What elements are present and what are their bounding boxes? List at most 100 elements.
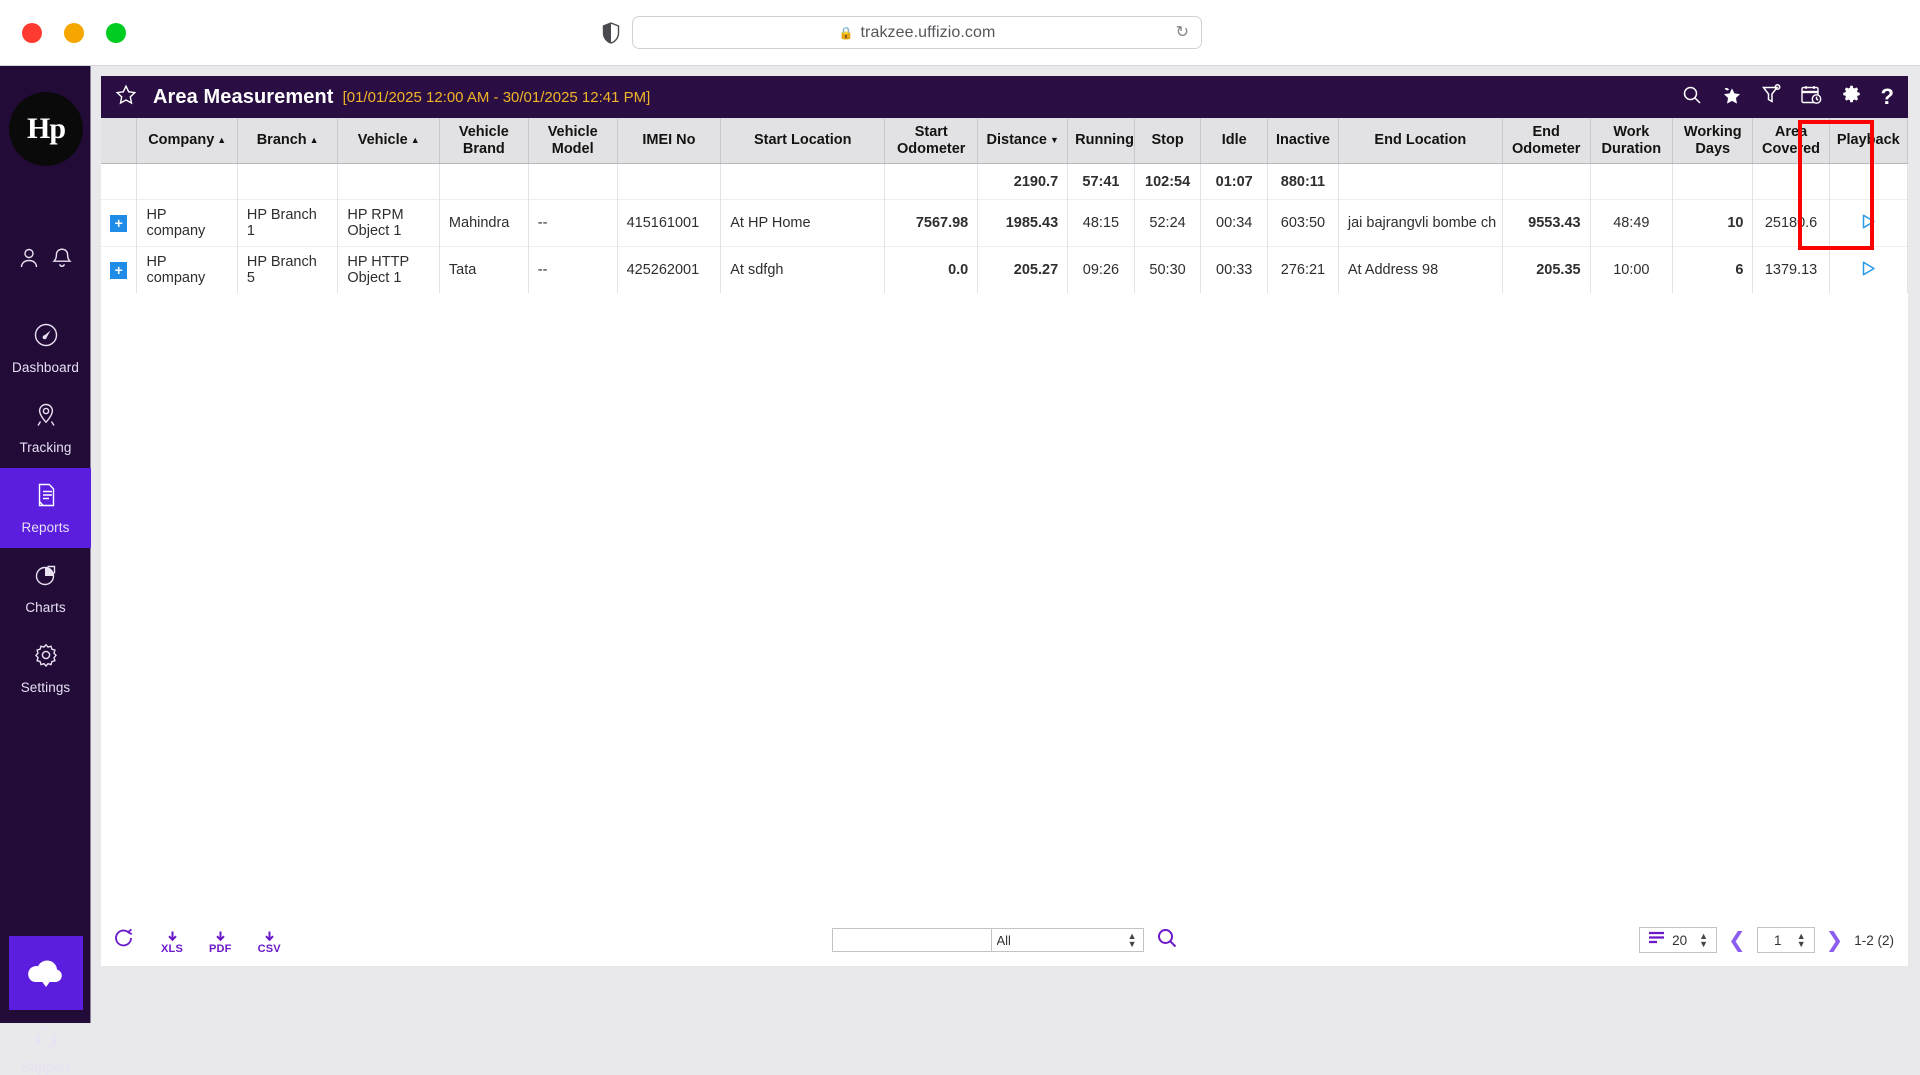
report-table: Company ▲ Branch ▲ Vehicle ▲ Vehicle Brand … (101, 118, 1909, 294)
cell-company: HP company (136, 246, 238, 294)
rows-per-page-icon (1648, 931, 1665, 949)
rows-per-page-selector[interactable]: 20 ▲ ▼ (1639, 927, 1718, 953)
play-icon[interactable] (1859, 259, 1878, 282)
sidebar-item-charts[interactable]: Charts (0, 548, 91, 628)
chevron-left-icon[interactable]: ❮ (1728, 930, 1746, 951)
help-icon[interactable]: ? (1881, 86, 1894, 108)
expand-plus-icon[interactable]: + (110, 261, 128, 279)
cell-start-odometer: 7567.98 (884, 199, 979, 247)
sidebar-item-tracking[interactable]: Tracking (0, 388, 91, 468)
sort-desc-icon: ▼ (1049, 135, 1059, 146)
table-row[interactable]: + HP company HP Branch 5 HP HTTP Object … (101, 246, 1909, 294)
star-icon[interactable] (115, 84, 137, 111)
column-header-idle[interactable]: Idle (1200, 118, 1269, 165)
column-header-company[interactable]: Company ▲ (136, 118, 238, 165)
column-header-stop[interactable]: Stop (1134, 118, 1202, 165)
headset-icon (33, 1024, 59, 1055)
user-icon[interactable] (17, 246, 41, 270)
cell-stop: 50:30 (1134, 246, 1202, 294)
cell-end-location: At Address 98 (1338, 246, 1503, 294)
cell-vehicle: HP RPM Object 1 (337, 199, 440, 247)
page-number-selector[interactable]: 1 ▲ ▼ (1756, 927, 1815, 953)
search-filter-select[interactable]: All (991, 928, 1144, 952)
column-header-start-odometer[interactable]: Start Odometer (884, 118, 979, 165)
summary-start-odometer (884, 163, 979, 200)
cell-stop: 52:24 (1134, 199, 1202, 247)
sidebar-item-label: Dashboard (12, 360, 79, 375)
close-window-button[interactable] (22, 23, 42, 43)
cell-playback[interactable] (1829, 246, 1909, 294)
cell-work-duration: 48:49 (1590, 199, 1674, 247)
browser-chrome: 🔒 trakzee.uffizio.com ↻ (0, 0, 1920, 66)
address-bar[interactable]: 🔒 trakzee.uffizio.com ↻ (632, 16, 1202, 49)
column-header-end-location[interactable]: End Location (1338, 118, 1503, 165)
column-header-inactive[interactable]: Inactive (1267, 118, 1339, 165)
stepper-arrows-icon[interactable]: ▲ ▼ (1797, 932, 1806, 949)
row-expand-cell[interactable]: + (101, 199, 138, 247)
summary-stop: 102:54 (1134, 163, 1202, 200)
cell-work-duration: 10:00 (1590, 246, 1674, 294)
column-header-work-duration[interactable]: Work Duration (1590, 118, 1674, 165)
column-header-vehicle-model[interactable]: Vehicle Model (528, 118, 618, 165)
favorite-star-icon[interactable] (1721, 85, 1742, 110)
maximize-window-button[interactable] (106, 23, 126, 43)
minimize-window-button[interactable] (64, 23, 84, 43)
column-header-vehicle[interactable]: Vehicle ▲ (337, 118, 440, 165)
brand-logo[interactable]: Hp (9, 92, 83, 166)
sidebar-item-label: Tracking (19, 440, 72, 455)
cell-vehicle-brand: Mahindra (439, 199, 529, 247)
cell-running: 09:26 (1067, 246, 1135, 294)
shield-icon[interactable] (602, 22, 620, 44)
cell-vehicle-brand: Tata (439, 246, 529, 294)
search-input[interactable] (831, 928, 992, 952)
column-header-distance[interactable]: Distance ▼ (977, 118, 1069, 165)
summary-working-days (1672, 163, 1754, 200)
gauge-icon (32, 321, 60, 354)
notification-bell-icon[interactable] (50, 246, 74, 270)
reload-icon[interactable]: ↻ (1176, 24, 1189, 41)
cell-distance: 1985.43 (977, 199, 1069, 247)
sidebar-item-reports[interactable]: Reports (0, 468, 91, 548)
cell-inactive: 603:50 (1267, 199, 1339, 247)
rows-per-page-value: 20 (1672, 932, 1688, 948)
column-header-vehicle-brand[interactable]: Vehicle Brand (439, 118, 529, 165)
cell-vehicle-model: -- (528, 199, 618, 247)
filter-icon[interactable] (1761, 84, 1781, 110)
row-expand-cell[interactable]: + (101, 246, 138, 294)
sidebar-item-settings[interactable]: Settings (0, 628, 91, 708)
summary-expand (101, 163, 138, 200)
column-header-start-location[interactable]: Start Location (720, 118, 886, 165)
cell-running: 48:15 (1067, 199, 1135, 247)
column-header-imei-no[interactable]: IMEI No (617, 118, 722, 165)
sidebar-item-dashboard[interactable]: Dashboard (0, 308, 91, 388)
sidebar-item-support[interactable]: Support (0, 1024, 91, 1075)
play-icon[interactable] (1859, 212, 1878, 235)
column-header-running[interactable]: Running (1067, 118, 1135, 165)
expand-plus-icon[interactable]: + (110, 214, 128, 232)
cell-inactive: 276:21 (1267, 246, 1339, 294)
cell-start-location: At sdfgh (720, 246, 886, 294)
brand-logo-text: Hp (26, 112, 66, 145)
export-csv-button[interactable]: CSV (258, 930, 281, 955)
column-header-end-odometer[interactable]: End Odometer (1502, 118, 1591, 165)
gear-icon (32, 641, 60, 674)
stepper-arrows-icon[interactable]: ▲ ▼ (1699, 932, 1708, 949)
sidebar-nav: Dashboard Tracking Reports Charts Settin… (0, 308, 91, 708)
cell-playback[interactable] (1829, 199, 1909, 247)
export-pdf-button[interactable]: PDF (209, 930, 232, 955)
refresh-icon[interactable] (113, 926, 135, 955)
column-header-branch[interactable]: Branch ▲ (237, 118, 339, 165)
table-header-row: Company ▲ Branch ▲ Vehicle ▲ Vehicle Brand … (101, 118, 1909, 165)
column-header-working-days[interactable]: Working Days (1672, 118, 1754, 165)
chevron-right-icon[interactable]: ❯ (1826, 930, 1844, 951)
search-icon[interactable] (1682, 85, 1702, 110)
table-row[interactable]: + HP company HP Branch 1 HP RPM Object 1… (101, 199, 1909, 247)
search-icon[interactable] (1156, 927, 1178, 954)
gear-icon[interactable] (1841, 84, 1862, 110)
column-header-area-covered[interactable]: Area Covered (1752, 118, 1830, 165)
cloud-download-icon[interactable] (9, 936, 83, 1010)
header-label: Vehicle (357, 132, 408, 149)
search-filter-wrapper[interactable]: All ▲ ▼ (991, 928, 1144, 952)
schedule-calendar-icon[interactable] (1800, 84, 1822, 110)
export-xls-button[interactable]: XLS (161, 930, 183, 955)
